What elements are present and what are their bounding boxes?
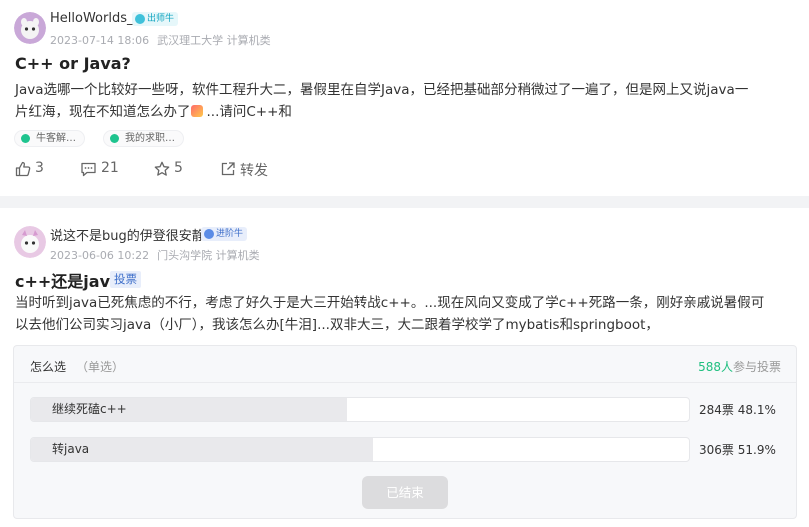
thumbs-up-icon	[15, 161, 31, 177]
post-title[interactable]: c++还是java	[15, 268, 121, 292]
post-body-line: Java选哪一个比较好一些呀，软件工程升大二，暑假里在自学Java，已经把基础部…	[15, 82, 749, 98]
poll-option-votes: 306票	[699, 443, 734, 457]
username[interactable]: 说这不是bug的伊登很安静	[50, 225, 205, 244]
avatar[interactable]	[14, 12, 46, 44]
share-label: 转发	[240, 163, 268, 179]
favorite-button[interactable]: 5	[154, 160, 194, 180]
post-card[interactable]: HelloWorlds_ 出师牛 2023-07-14 18:06 武汉理工大学 …	[0, 0, 809, 196]
post-body[interactable]: Java选哪一个比较好一些呀，软件工程升大二，暑假里在自学Java，已经把基础部…	[15, 79, 795, 123]
favorite-count: 5	[174, 160, 183, 176]
post-meta: 2023-07-14 18:06 武汉理工大学 计算机类	[50, 32, 271, 48]
badge-icon	[135, 14, 145, 24]
post-date: 2023-07-14 18:06	[50, 34, 150, 47]
post-title[interactable]: C++ or Java?	[15, 54, 131, 73]
poll-option-stat: 284票 48.1%	[699, 401, 776, 418]
poll: 怎么选 （单选） 588人参与投票 继续死磕c++ 284票 48.1% 转jav…	[13, 345, 797, 519]
username[interactable]: HelloWorlds_	[50, 11, 133, 26]
emoji-icon	[190, 105, 203, 117]
user-badge: 出师牛	[132, 12, 179, 26]
comment-icon	[81, 162, 96, 177]
topic-tag[interactable]: 牛客解…	[14, 130, 85, 147]
like-button[interactable]: 3	[15, 160, 55, 180]
poll-option[interactable]: 转java	[30, 437, 690, 462]
badge-label: 出师牛	[147, 14, 175, 24]
post-school: 武汉理工大学 计算机类	[157, 34, 271, 47]
poll-participants: 588人参与投票	[698, 358, 781, 375]
poll-question: 怎么选 （单选）	[30, 358, 124, 375]
comment-count: 21	[101, 160, 119, 176]
post-school: 门头沟学院 计算机类	[157, 249, 260, 262]
badge-label: 进阶牛	[216, 229, 244, 239]
poll-hint: （单选）	[76, 360, 125, 374]
avatar-cartoon-icon	[14, 12, 46, 44]
tag-icon	[110, 134, 119, 143]
poll-option-percent: 51.9%	[737, 443, 776, 457]
topic-tag[interactable]: 我的求职…	[103, 130, 184, 147]
badge-icon	[204, 229, 214, 239]
poll-option-stat: 306票 51.9%	[699, 441, 776, 458]
share-button[interactable]: 转发	[220, 160, 280, 180]
post-body-line: 片红海，现在不知道怎么办了 ...请问C++和	[15, 101, 795, 123]
tag-icon	[21, 134, 30, 143]
post-body-line: 当时听到java已死焦虑的不行，考虑了好久于是大三开始转战c++。...现在风向…	[15, 295, 765, 311]
post-date: 2023-06-06 10:22	[50, 249, 150, 262]
star-icon	[154, 161, 170, 176]
divider	[14, 382, 796, 383]
tag-label: 我的求职…	[125, 133, 175, 144]
avatar-cartoon-icon	[14, 226, 46, 258]
share-icon	[221, 162, 235, 176]
poll-option[interactable]: 继续死磕c++	[30, 397, 690, 422]
poll-participant-count: 588人	[698, 360, 733, 374]
vote-tag: 投票	[110, 271, 141, 288]
poll-participant-suffix: 参与投票	[732, 360, 781, 374]
post-body-text: 片红海，现在不知道怎么办了	[15, 104, 191, 120]
poll-ended-button[interactable]: 已结束	[362, 476, 448, 509]
post-body-line: 以去他们公司实习java（小厂），我该怎么办[牛泪]...双非大三，大二跟着学校…	[15, 317, 659, 333]
post-body-tail: ...请问C++和	[206, 104, 292, 120]
poll-option-votes: 284票	[699, 403, 734, 417]
poll-question-text: 怎么选	[30, 360, 67, 374]
post-body[interactable]: 当时听到java已死焦虑的不行，考虑了好久于是大三开始转战c++。...现在风向…	[15, 292, 795, 336]
like-count: 3	[35, 160, 44, 176]
post-meta: 2023-06-06 10:22 门头沟学院 计算机类	[50, 247, 260, 263]
poll-option-label: 转java	[52, 442, 90, 456]
user-badge: 进阶牛	[201, 227, 248, 241]
avatar[interactable]	[14, 226, 46, 258]
comment-button[interactable]: 21	[80, 160, 130, 180]
poll-option-percent: 48.1%	[737, 403, 776, 417]
poll-option-label: 继续死磕c++	[52, 402, 127, 416]
tag-label: 牛客解…	[36, 133, 76, 144]
